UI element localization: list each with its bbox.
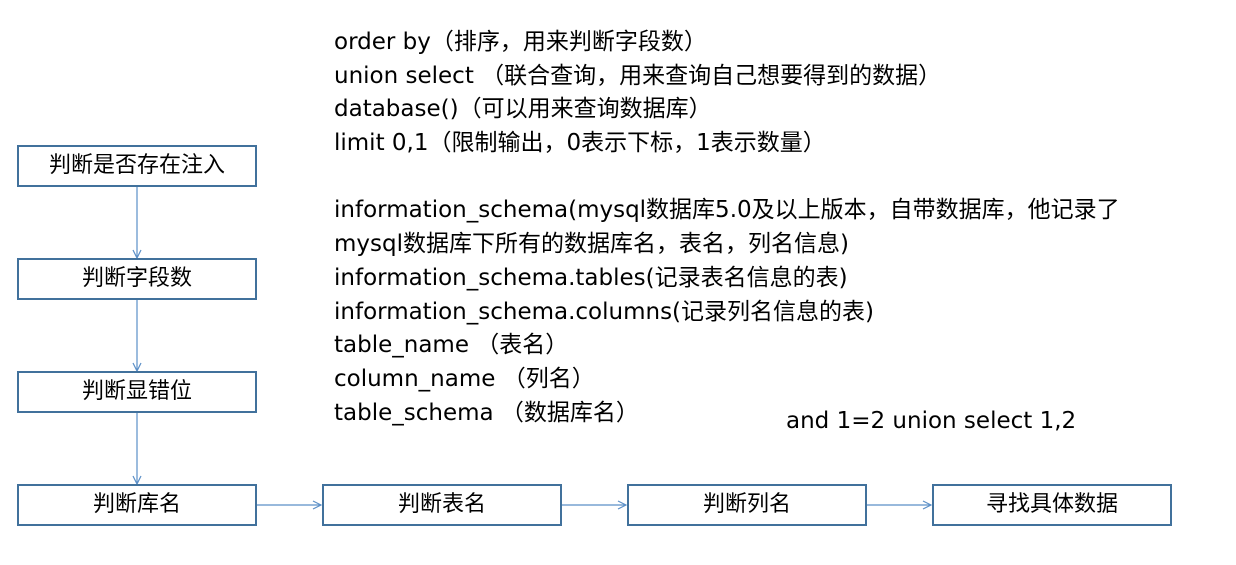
note-union-select: union select （联合查询，用来查询自己想要得到的数据）: [334, 62, 942, 89]
step-check-table-name: 判断表名: [322, 484, 562, 526]
note-order-by: order by（排序，用来判断字段数）: [334, 29, 707, 55]
step-check-field-count: 判断字段数: [17, 258, 257, 300]
note-spacer: [334, 161, 1120, 195]
sql-notes: order by（排序，用来判断字段数） union select （联合查询，…: [334, 26, 1120, 430]
note-table-name: table_name （表名）: [334, 332, 569, 359]
note-database: database()（可以用来查询数据库）: [334, 96, 712, 123]
note-information-schema-cont: mysql数据库下所有的数据库名，表名，列名信息): [334, 231, 849, 258]
note-limit: limit 0,1（限制输出，0表示下标，1表示数量）: [334, 130, 826, 157]
step-check-database-name: 判断库名: [17, 484, 257, 526]
step-check-display-position: 判断显错位: [17, 371, 257, 413]
step-check-column-name: 判断列名: [627, 484, 867, 526]
union-payload-note: and 1=2 union select 1,2: [786, 408, 1077, 434]
step-find-data: 寻找具体数据: [932, 484, 1172, 526]
note-information-schema: information_schema(mysql数据库5.0及以上版本，自带数据…: [334, 197, 1120, 224]
note-column-name: column_name （列名）: [334, 365, 595, 392]
step-check-injection: 判断是否存在注入: [17, 145, 257, 187]
note-schema-columns: information_schema.columns(记录列名信息的表): [334, 298, 875, 325]
note-schema-tables: information_schema.tables(记录表名信息的表): [334, 264, 848, 291]
